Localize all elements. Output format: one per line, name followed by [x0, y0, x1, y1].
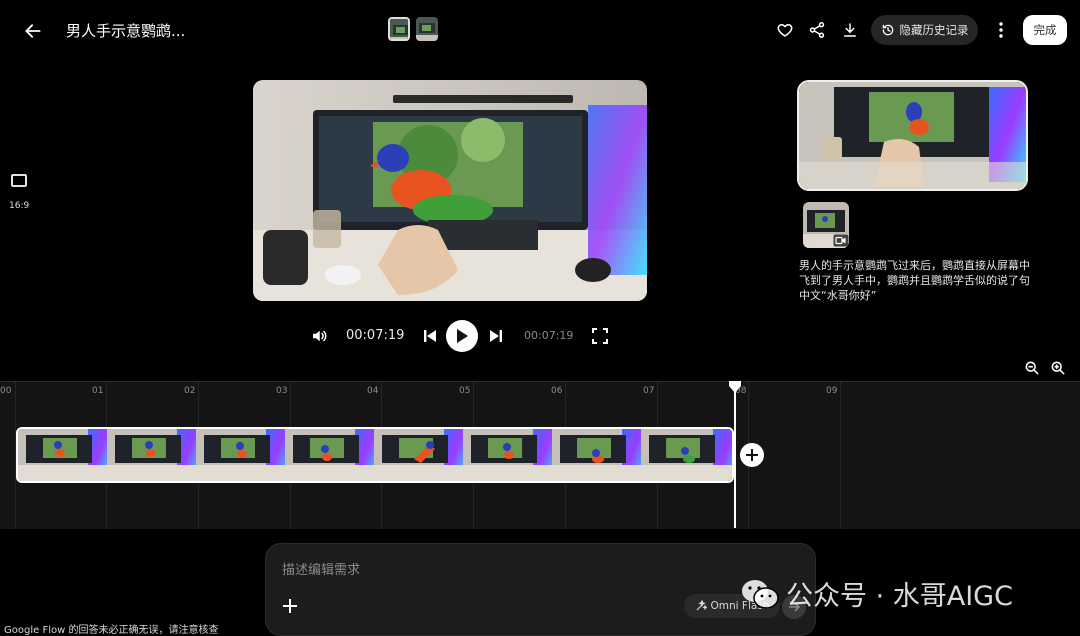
playhead-handle-icon[interactable] — [729, 381, 741, 393]
skip-next-icon[interactable] — [486, 326, 506, 346]
video-badge-icon — [833, 234, 849, 247]
history-icon — [881, 23, 895, 37]
fullscreen-icon[interactable] — [590, 326, 610, 346]
reference-image[interactable] — [797, 80, 1028, 191]
prompt-placeholder: 描述编辑需求 — [282, 563, 361, 578]
hide-history-button[interactable]: 隐藏历史记录 — [871, 15, 978, 45]
tick-label: 06 — [551, 386, 563, 396]
aspect-ratio-icon[interactable] — [11, 174, 27, 187]
play-button[interactable] — [446, 320, 478, 352]
back-arrow-icon[interactable] — [18, 16, 48, 46]
heart-icon[interactable] — [774, 19, 796, 41]
wechat-icon — [740, 578, 780, 610]
video-clip[interactable] — [16, 427, 734, 483]
clip-description: 男人的手示意鹦鹉飞过来后，鹦鹉直接从屏幕中飞到了男人手中，鹦鹉并且鹦鹉学舌似的说… — [799, 259, 1030, 302]
aspect-ratio-label: 16:9 — [9, 201, 30, 211]
version-thumbnail-1[interactable] — [388, 17, 410, 41]
plus-icon — [746, 449, 758, 461]
add-clip-button[interactable] — [740, 443, 764, 467]
prompt-input[interactable] — [265, 543, 816, 636]
version-thumbnail-2[interactable] — [416, 17, 438, 41]
hide-history-label: 隐藏历史记录 — [899, 23, 969, 37]
tick-label: 09 — [826, 386, 838, 396]
done-button[interactable]: 完成 — [1023, 15, 1067, 45]
clip-frame — [463, 429, 553, 481]
skip-previous-icon[interactable] — [420, 326, 440, 346]
tick-line — [840, 382, 841, 529]
tick-label: 00 — [0, 386, 12, 396]
current-time: 00:07:19 — [346, 328, 405, 343]
sparkle-icon — [695, 600, 707, 612]
watermark-text: 公众号 · 水哥AIGC — [786, 581, 1013, 612]
clip-frame — [374, 429, 464, 481]
clip-frame — [641, 429, 732, 481]
watermark: 公众号 · 水哥AIGC — [740, 574, 1013, 613]
tick-label: 02 — [184, 386, 196, 396]
volume-icon[interactable] — [308, 325, 330, 347]
add-attachment-icon[interactable] — [280, 596, 300, 616]
zoom-in-icon[interactable] — [1050, 360, 1066, 376]
download-icon[interactable] — [839, 19, 861, 41]
zoom-out-icon[interactable] — [1024, 360, 1040, 376]
disclaimer-text: Google Flow 的回答未必正确无误，请注意核查 — [4, 625, 219, 636]
total-time: 00:07:19 — [524, 329, 574, 342]
playhead[interactable] — [734, 388, 736, 528]
tick-label: 05 — [459, 386, 471, 396]
share-icon[interactable] — [806, 19, 828, 41]
play-icon — [455, 328, 469, 344]
tick-label: 03 — [276, 386, 288, 396]
video-preview[interactable] — [253, 80, 647, 301]
tick-label: 04 — [367, 386, 379, 396]
tick-label: 01 — [92, 386, 104, 396]
clip-frame — [552, 429, 642, 481]
page-title: 男人手示意鹦鹉... — [66, 22, 186, 40]
clip-frame — [285, 429, 375, 481]
tick-label: 07 — [643, 386, 655, 396]
clip-frame — [18, 429, 108, 481]
clip-frame — [196, 429, 286, 481]
more-vert-icon[interactable] — [990, 19, 1012, 41]
clip-frame — [107, 429, 197, 481]
